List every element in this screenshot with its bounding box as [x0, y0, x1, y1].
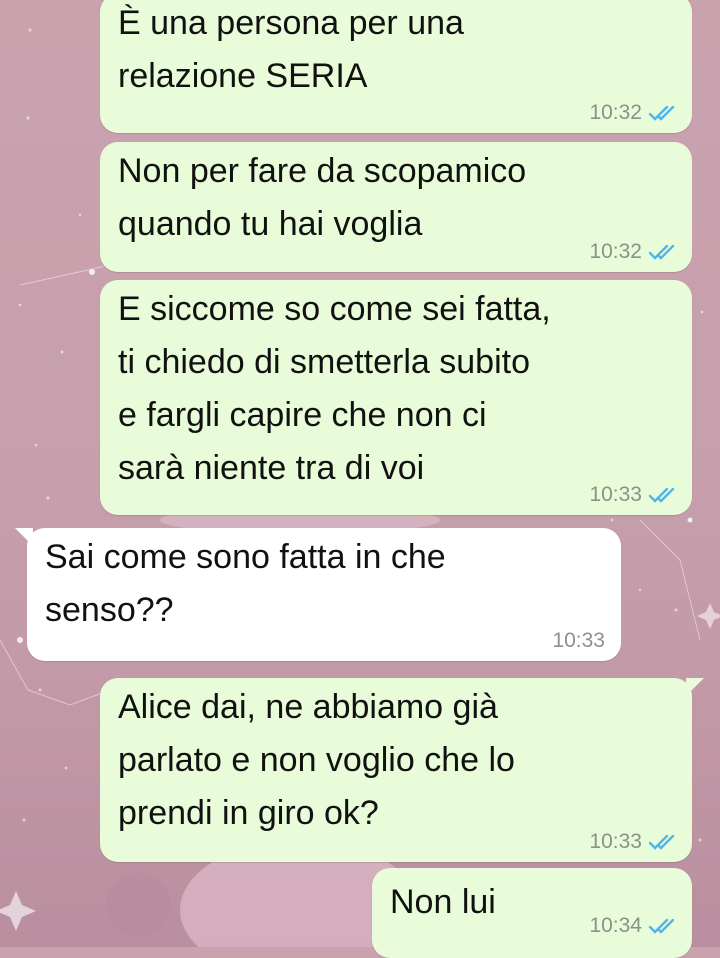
- read-double-tick-icon: [648, 487, 675, 503]
- message-time: 10:34: [589, 914, 642, 937]
- message-text: Alice dai, ne abbiamo già parlato e non …: [118, 688, 515, 832]
- read-double-tick-icon: [648, 105, 675, 121]
- message-time: 10:33: [589, 830, 642, 853]
- read-double-tick-icon: [648, 244, 675, 260]
- message-meta: 10:32: [589, 240, 678, 264]
- message-bubble-outgoing[interactable]: E siccome so come sei fatta, ti chiedo d…: [100, 280, 692, 515]
- message-text: Non lui: [390, 883, 496, 921]
- message-meta: 10:33: [589, 830, 678, 854]
- message-meta: 10:33: [589, 483, 678, 507]
- message-meta: 10:32: [589, 101, 678, 125]
- read-double-tick-icon: [648, 834, 675, 850]
- message-bubble-outgoing[interactable]: Non per fare da scopamico quando tu hai …: [100, 142, 692, 272]
- bubble-tail: [686, 678, 704, 696]
- message-meta: 10:33: [552, 629, 605, 653]
- message-bubble-outgoing[interactable]: È una persona per una relazione SERIA 10…: [100, 0, 692, 133]
- bubble-tail: [15, 528, 33, 546]
- message-text: Sai come sono fatta in che senso??: [45, 538, 446, 629]
- message-time: 10:33: [552, 629, 605, 652]
- message-time: 10:33: [589, 483, 642, 506]
- message-time: 10:32: [589, 101, 642, 124]
- message-bubble-incoming[interactable]: Sai come sono fatta in che senso?? 10:33: [15, 528, 621, 661]
- message-text: E siccome so come sei fatta, ti chiedo d…: [118, 290, 551, 487]
- read-double-tick-icon: [648, 918, 675, 934]
- message-meta: 10:34: [589, 914, 678, 938]
- message-text: Non per fare da scopamico quando tu hai …: [118, 152, 527, 243]
- message-bubble-outgoing[interactable]: Alice dai, ne abbiamo già parlato e non …: [100, 678, 704, 862]
- message-text: È una persona per una relazione SERIA: [118, 4, 464, 95]
- message-bubble-outgoing[interactable]: Non lui 10:34: [372, 868, 692, 958]
- message-time: 10:32: [589, 240, 642, 263]
